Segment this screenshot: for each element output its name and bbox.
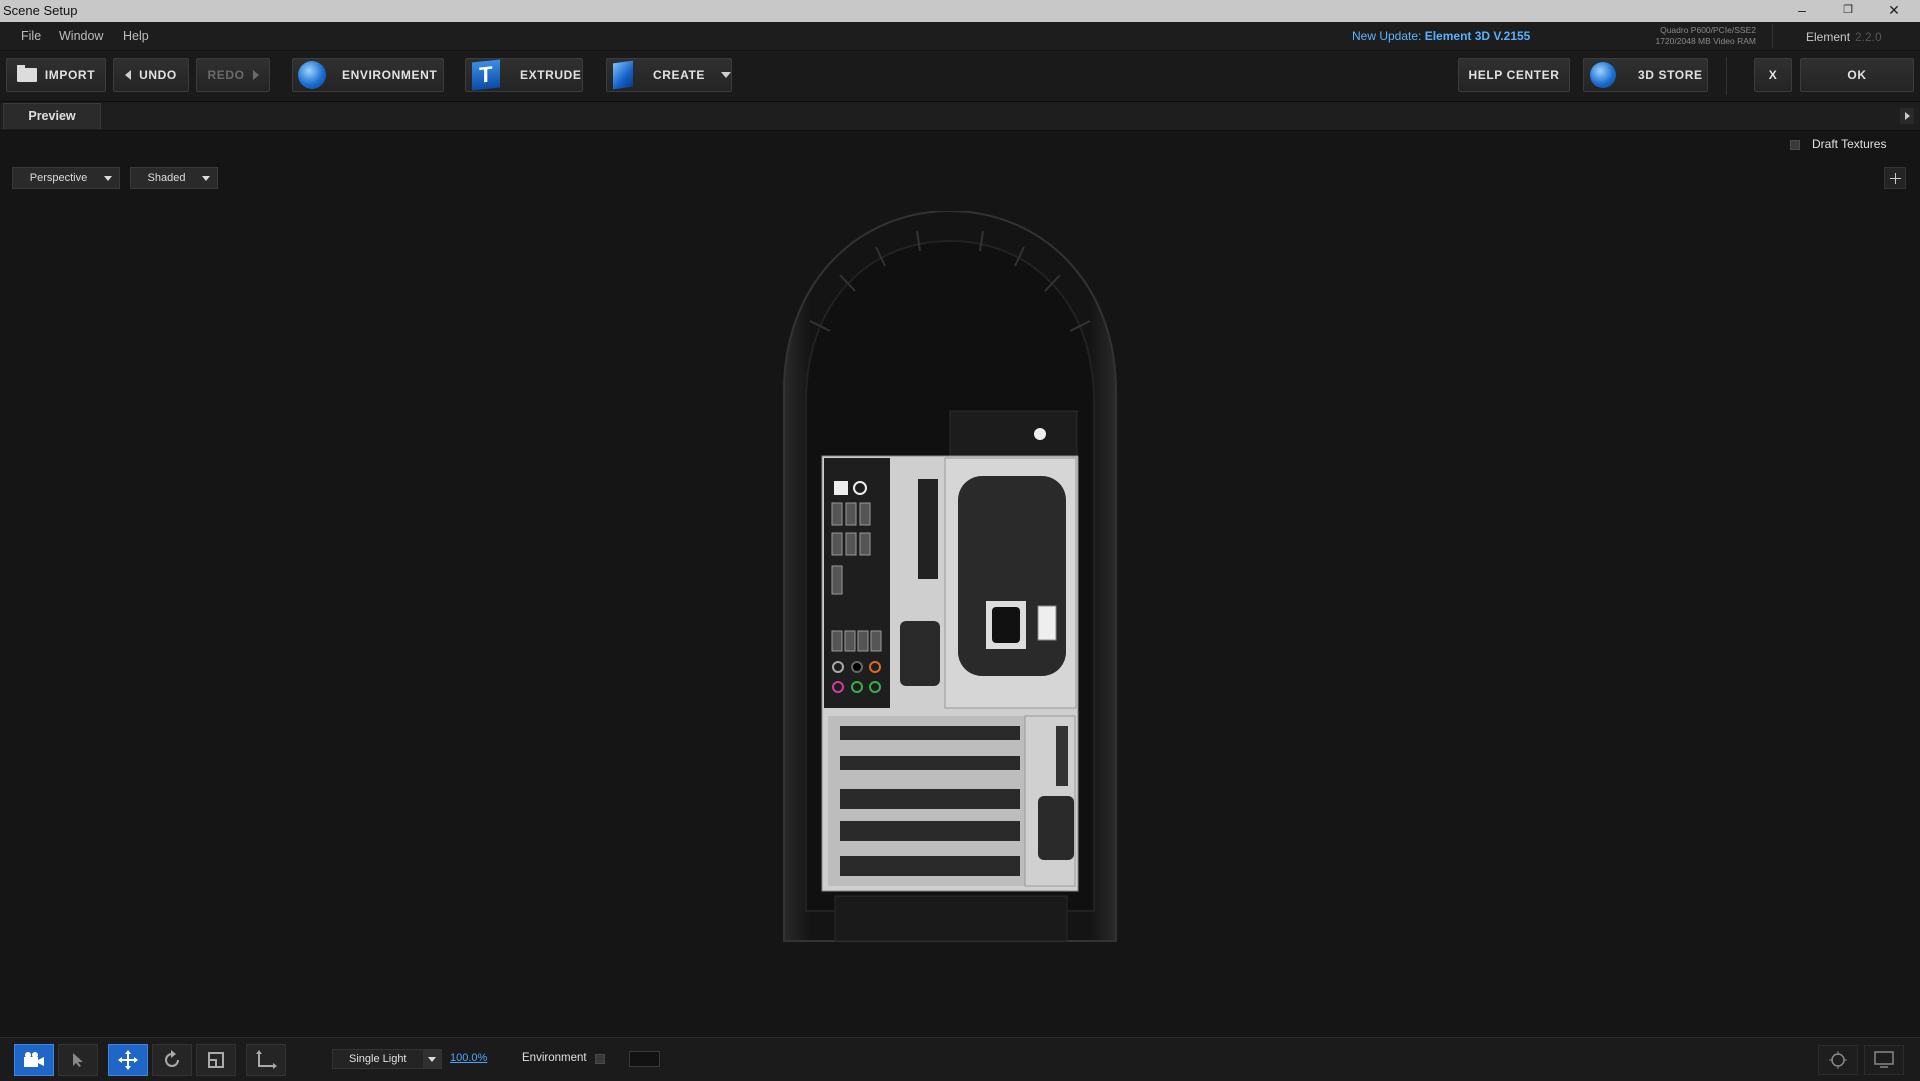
- cancel-button[interactable]: X: [1754, 58, 1792, 92]
- 3d-viewport[interactable]: Draft Textures Perspective Shaded: [0, 131, 1920, 1037]
- axis-tool-button[interactable]: [246, 1044, 286, 1076]
- cursor-arrow-icon: [73, 1053, 83, 1067]
- light-intensity-value[interactable]: 100.0%: [450, 1052, 487, 1064]
- draft-textures-label: Draft Textures: [1812, 137, 1887, 151]
- plugin-name: Element: [1806, 30, 1851, 44]
- create-label: CREATE: [652, 68, 705, 82]
- import-button[interactable]: IMPORT: [6, 58, 106, 92]
- preview-tab-bar: Preview: [0, 102, 1920, 131]
- target-icon: [1829, 1051, 1847, 1069]
- ok-button[interactable]: OK: [1800, 58, 1914, 92]
- undo-arrow-icon: [125, 70, 132, 80]
- folder-icon: [16, 65, 37, 82]
- main-toolbar: IMPORT UNDO REDO ENVIRONMENT T EXTRUDE C…: [0, 51, 1920, 102]
- chevron-down-icon: [104, 175, 112, 181]
- scale-icon: [208, 1052, 224, 1068]
- chevron-down-icon: [423, 1050, 441, 1068]
- update-product: Element 3D V.2155: [1424, 29, 1531, 43]
- menu-file[interactable]: File: [21, 29, 41, 43]
- divider: [1726, 57, 1727, 95]
- gpu-info: Quadro P600/PCIe/SSE2 1720/2048 MB Video…: [1656, 25, 1757, 47]
- shading-dropdown[interactable]: Shaded: [130, 167, 218, 189]
- move-arrows-icon: [118, 1050, 138, 1070]
- import-label: IMPORT: [44, 68, 96, 82]
- rotate-tool-button[interactable]: [152, 1044, 192, 1076]
- ok-label: OK: [1847, 68, 1867, 82]
- render-settings-button[interactable]: [1818, 1045, 1858, 1075]
- title-bar: Scene Setup – ❐ ✕: [0, 0, 1920, 22]
- chevron-down-icon: [202, 175, 210, 181]
- update-prefix: New Update:: [1352, 29, 1422, 43]
- redo-button[interactable]: REDO: [196, 58, 270, 92]
- help-center-label: HELP CENTER: [1468, 68, 1560, 82]
- cancel-label: X: [1768, 68, 1778, 82]
- environment-label: ENVIRONMENT: [342, 68, 438, 82]
- extrude-label: EXTRUDE: [520, 68, 582, 82]
- extrude-button[interactable]: T EXTRUDE: [465, 58, 583, 92]
- camera-icon: [24, 1052, 44, 1067]
- camera-view-dropdown[interactable]: Perspective: [12, 167, 120, 189]
- help-center-button[interactable]: HELP CENTER: [1458, 58, 1570, 92]
- camera-view-value: Perspective: [29, 172, 88, 184]
- lighting-dropdown[interactable]: Single Light: [332, 1049, 442, 1069]
- minimize-button[interactable]: –: [1784, 0, 1820, 22]
- maximize-viewport-icon[interactable]: [1884, 167, 1906, 189]
- shading-value: Shaded: [147, 172, 186, 184]
- close-window-button[interactable]: ✕: [1876, 0, 1912, 22]
- store-globe-icon: [1590, 62, 1616, 88]
- environment-color-swatch[interactable]: [629, 1051, 660, 1067]
- move-tool-button[interactable]: [108, 1044, 148, 1076]
- gpu-name: Quadro P600/PCIe/SSE2: [1660, 25, 1756, 35]
- scale-tool-button[interactable]: [196, 1044, 236, 1076]
- camera-tool-button[interactable]: [14, 1044, 54, 1076]
- redo-arrow-icon: [252, 70, 259, 80]
- redo-label: REDO: [207, 68, 245, 82]
- bottom-toolbar: Single Light 100.0% Environment: [0, 1037, 1920, 1081]
- create-button[interactable]: CREATE: [606, 58, 732, 92]
- menu-help[interactable]: Help: [123, 29, 149, 43]
- divider: [1772, 24, 1773, 48]
- environment-button[interactable]: ENVIRONMENT: [292, 58, 444, 92]
- draft-textures-checkbox[interactable]: [1790, 140, 1800, 150]
- display-settings-button[interactable]: [1864, 1045, 1904, 1075]
- expand-panel-arrow-icon[interactable]: [1900, 108, 1914, 124]
- rotate-icon: [165, 1050, 179, 1067]
- store-label: 3D STORE: [1638, 68, 1703, 82]
- gpu-vram: 1720/2048 MB Video RAM: [1655, 36, 1757, 46]
- extrude-icon: T: [472, 59, 500, 91]
- menu-window[interactable]: Window: [59, 29, 103, 43]
- environment-label: Environment: [522, 1052, 587, 1064]
- update-notice[interactable]: New Update: Element 3D V.2155: [1352, 29, 1530, 43]
- select-tool-button[interactable]: [58, 1044, 98, 1076]
- environment-checkbox[interactable]: [595, 1054, 605, 1064]
- pc-tower-model: [783, 211, 1117, 942]
- lighting-value: Single Light: [349, 1053, 407, 1065]
- plugin-version: 2.2.0: [1855, 30, 1882, 44]
- menu-bar: File Window Help New Update: Element 3D …: [0, 22, 1920, 51]
- undo-button[interactable]: UNDO: [113, 58, 189, 92]
- 3d-store-button[interactable]: 3D STORE: [1583, 58, 1708, 92]
- window-title: Scene Setup: [3, 3, 78, 18]
- chevron-down-icon: [721, 72, 731, 78]
- restore-button[interactable]: ❐: [1830, 0, 1866, 22]
- monitor-icon: [1874, 1051, 1894, 1068]
- globe-icon: [298, 61, 326, 89]
- tab-preview[interactable]: Preview: [3, 103, 101, 129]
- cube-icon: [613, 60, 633, 90]
- undo-label: UNDO: [139, 68, 177, 82]
- axis-icon: [256, 1050, 277, 1069]
